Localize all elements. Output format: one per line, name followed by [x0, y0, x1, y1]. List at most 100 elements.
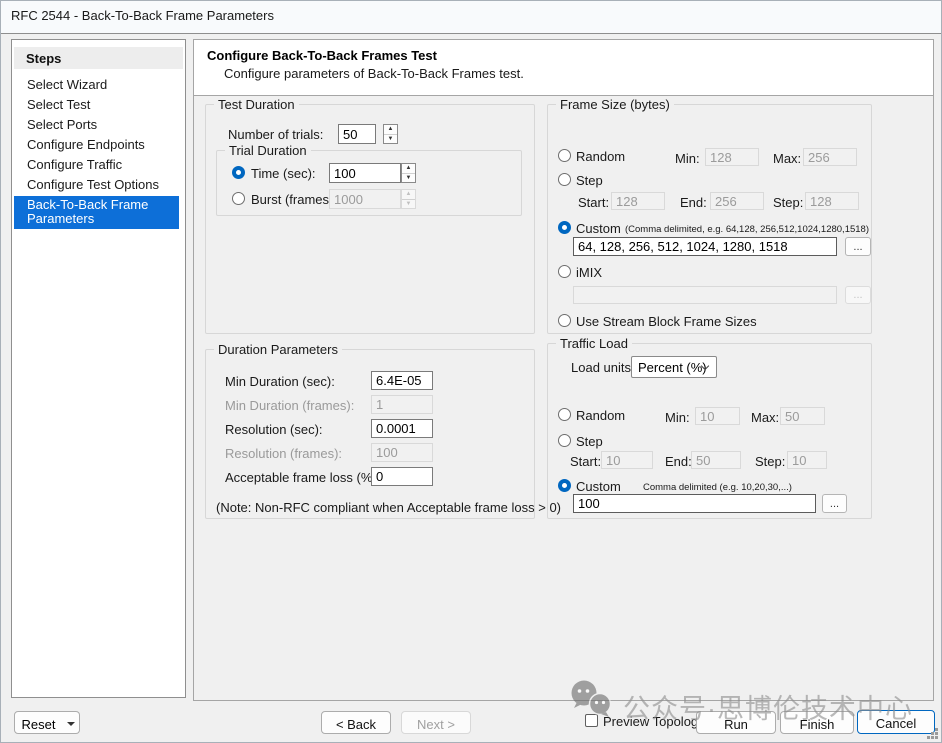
frame-max-label: Max:	[773, 151, 801, 166]
frame-size-group: Frame Size (bytes) Random Min: Max: Step…	[547, 104, 872, 334]
page-header: Configure Back-To-Back Frames Test Confi…	[193, 39, 934, 96]
load-custom-browse-button[interactable]: ...	[822, 494, 847, 513]
load-custom-label: Custom	[576, 479, 621, 494]
load-start-input	[601, 451, 653, 469]
run-button[interactable]: Run	[696, 711, 776, 734]
time-radio[interactable]	[232, 166, 245, 179]
window-title: RFC 2544 - Back-To-Back Frame Parameters	[11, 8, 274, 23]
resolution-frames-input	[371, 443, 433, 462]
traffic-load-group-title: Traffic Load	[556, 336, 632, 351]
load-end-label: End:	[665, 454, 692, 469]
time-spinner[interactable]: ▲▼	[401, 163, 416, 183]
load-units-combo[interactable]: Percent (%)	[631, 356, 717, 378]
wizard-dialog: RFC 2544 - Back-To-Back Frame Parameters…	[0, 0, 942, 743]
frame-stepsize-label: Step:	[773, 195, 803, 210]
resolution-sec-label: Resolution (sec):	[225, 422, 323, 437]
content-panel: Test Duration Number of trials: ▲▼ Trial…	[193, 96, 934, 701]
preview-topology-checkbox[interactable]	[585, 714, 598, 727]
load-custom-input[interactable]	[573, 494, 816, 513]
sidebar-item-back-to-back-frame-parameters-selected[interactable]: Back-To-Back Frame Parameters	[14, 196, 179, 229]
steps-header: Steps	[14, 47, 183, 69]
frame-custom-input[interactable]	[573, 237, 837, 256]
frame-max-input	[803, 148, 857, 166]
load-random-label: Random	[576, 408, 625, 423]
acceptable-frame-loss-input[interactable]	[371, 467, 433, 486]
imix-radio[interactable]	[558, 265, 571, 278]
load-custom-radio[interactable]	[558, 479, 571, 492]
frame-min-label: Min:	[675, 151, 700, 166]
frame-custom-browse-button[interactable]: ...	[845, 237, 871, 256]
load-units-label: Load units:	[571, 360, 635, 375]
spin-down-icon[interactable]: ▼	[402, 174, 415, 183]
preview-topology-label: Preview Topology	[603, 714, 705, 729]
min-duration-sec-input[interactable]	[371, 371, 433, 390]
load-step-label: Step	[576, 434, 603, 449]
dropdown-arrow-icon	[67, 722, 75, 726]
frame-start-input	[611, 192, 665, 210]
load-end-input	[691, 451, 741, 469]
spin-up-icon[interactable]: ▲	[384, 125, 397, 135]
frame-custom-radio[interactable]	[558, 221, 571, 234]
cancel-button[interactable]: Cancel	[857, 710, 935, 734]
spin-down-icon[interactable]: ▼	[384, 135, 397, 144]
sidebar-item-select-wizard[interactable]: Select Wizard	[14, 74, 183, 94]
min-duration-frames-label: Min Duration (frames):	[225, 398, 354, 413]
load-max-label: Max:	[751, 410, 779, 425]
reset-button[interactable]: Reset	[14, 711, 63, 734]
test-duration-group-title: Test Duration	[214, 97, 299, 112]
use-stream-block-radio[interactable]	[558, 314, 571, 327]
min-duration-sec-label: Min Duration (sec):	[225, 374, 335, 389]
page-subtitle: Configure parameters of Back-To-Back Fra…	[224, 66, 524, 81]
test-duration-group: Test Duration Number of trials: ▲▼ Trial…	[205, 104, 535, 334]
spin-up-icon[interactable]: ▲	[402, 164, 415, 174]
number-of-trials-label: Number of trials:	[228, 127, 323, 142]
resolution-frames-label: Resolution (frames):	[225, 446, 342, 461]
burst-input	[329, 189, 401, 209]
burst-spinner: ▲▼	[401, 189, 416, 209]
finish-button[interactable]: Finish	[780, 711, 854, 734]
resolution-sec-input[interactable]	[371, 419, 433, 438]
frame-random-label: Random	[576, 149, 625, 164]
number-of-trials-input[interactable]	[338, 124, 376, 144]
load-stepsize-label: Step:	[755, 454, 785, 469]
non-rfc-note: (Note: Non-RFC compliant when Acceptable…	[216, 500, 561, 515]
acceptable-frame-loss-label: Acceptable frame loss (%):	[225, 470, 380, 485]
page-title: Configure Back-To-Back Frames Test	[207, 48, 437, 63]
spin-up-icon: ▲	[402, 190, 415, 200]
next-button: Next >	[401, 711, 471, 734]
sidebar-item-select-test[interactable]: Select Test	[14, 94, 183, 114]
time-input[interactable]	[329, 163, 401, 183]
duration-parameters-group: Duration Parameters Min Duration (sec): …	[205, 349, 535, 519]
back-button[interactable]: < Back	[321, 711, 391, 734]
frame-custom-label: Custom	[576, 221, 621, 236]
time-label: Time (sec):	[251, 166, 316, 181]
traffic-load-group: Traffic Load Load units: Percent (%) Ran…	[547, 343, 872, 519]
sidebar-item-configure-test-options[interactable]: Configure Test Options	[14, 174, 183, 194]
load-max-input	[780, 407, 825, 425]
frame-random-radio[interactable]	[558, 149, 571, 162]
spin-down-icon: ▼	[402, 200, 415, 209]
trial-duration-group-title: Trial Duration	[225, 143, 311, 158]
burst-label: Burst (frames):	[251, 192, 337, 207]
imix-label: iMIX	[576, 265, 602, 280]
load-units-value: Percent (%)	[638, 360, 707, 375]
load-random-radio[interactable]	[558, 408, 571, 421]
resize-grip[interactable]	[935, 736, 938, 739]
burst-radio[interactable]	[232, 192, 245, 205]
sidebar-item-configure-traffic[interactable]: Configure Traffic	[14, 154, 183, 174]
load-start-label: Start:	[570, 454, 601, 469]
frame-step-label: Step	[576, 173, 603, 188]
sidebar-item-configure-endpoints[interactable]: Configure Endpoints	[14, 134, 183, 154]
frame-end-input	[710, 192, 764, 210]
number-of-trials-spinner[interactable]: ▲▼	[383, 124, 398, 144]
load-min-input	[695, 407, 740, 425]
frame-custom-hint: (Comma delimited, e.g. 64,128, 256,512,1…	[625, 224, 869, 235]
frame-start-label: Start:	[578, 195, 609, 210]
imix-input	[573, 286, 837, 304]
sidebar-item-select-ports[interactable]: Select Ports	[14, 114, 183, 134]
load-step-radio[interactable]	[558, 434, 571, 447]
frame-step-radio[interactable]	[558, 173, 571, 186]
frame-stepsize-input	[805, 192, 859, 210]
frame-min-input	[705, 148, 759, 166]
reset-dropdown-button[interactable]	[62, 711, 80, 734]
